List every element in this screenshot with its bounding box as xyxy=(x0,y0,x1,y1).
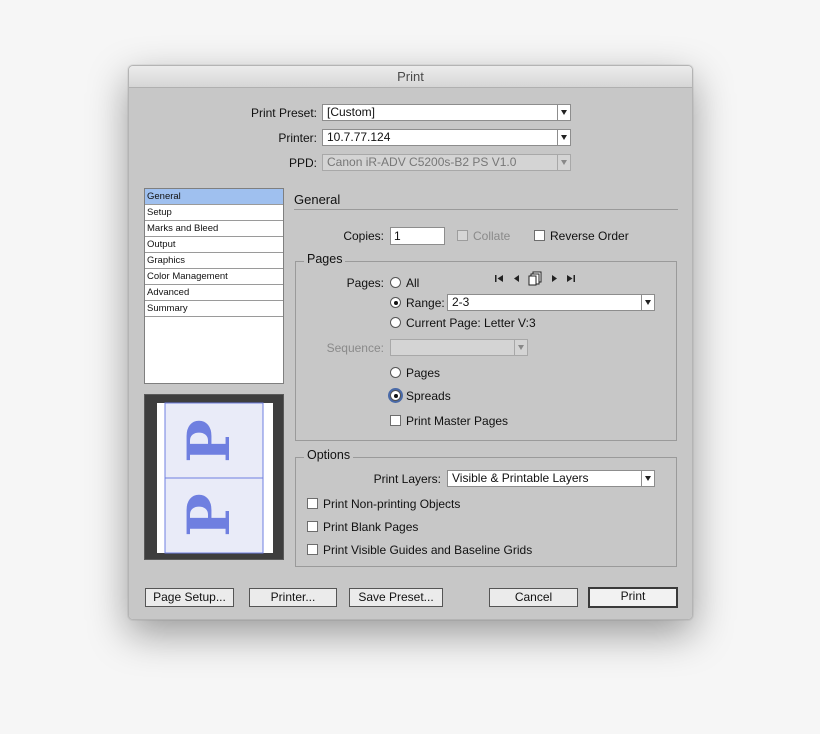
page-preview: P P xyxy=(144,394,284,560)
collate-checkbox xyxy=(457,230,468,241)
chevron-down-icon xyxy=(557,105,570,120)
pages-label: Pages: xyxy=(346,276,384,290)
preview-svg: P P xyxy=(157,402,273,554)
sidebar-item-output[interactable]: Output xyxy=(145,237,283,253)
dialog-content: Print Preset: [Custom] Printer: 10.7.77.… xyxy=(129,88,692,619)
spreads-icon[interactable] xyxy=(528,271,543,289)
cancel-button[interactable]: Cancel xyxy=(489,588,578,607)
chevron-down-icon xyxy=(557,155,570,170)
range-radio[interactable] xyxy=(390,297,401,308)
print-preset-value: [Custom] xyxy=(327,105,376,119)
last-page-icon[interactable] xyxy=(565,273,576,287)
spreads-label: Spreads xyxy=(406,389,451,403)
sidebar-item-summary[interactable]: Summary xyxy=(145,301,283,317)
print-layers-label: Print Layers: xyxy=(373,472,441,486)
pages-layout-label: Pages xyxy=(406,366,441,380)
section-title: General xyxy=(294,192,341,207)
print-blank-pages-checkbox[interactable] xyxy=(307,521,318,532)
sidebar-item-color-management[interactable]: Color Management xyxy=(145,269,283,285)
print-button[interactable]: Print xyxy=(588,587,678,608)
sequence-label: Sequence: xyxy=(326,341,384,355)
sidebar-item-general[interactable]: General xyxy=(145,189,283,205)
current-page-label: Current Page: Letter V:3 xyxy=(406,316,536,330)
pages-layout-radio[interactable] xyxy=(390,367,401,378)
print-guides-checkbox[interactable] xyxy=(307,544,318,555)
ppd-value: Canon iR-ADV C5200s-B2 PS V1.0 xyxy=(327,155,517,169)
printer-select[interactable]: 10.7.77.124 xyxy=(322,129,571,146)
copies-field[interactable]: 1 xyxy=(390,227,445,245)
sequence-select xyxy=(390,339,528,356)
ppd-label: PPD: xyxy=(288,156,317,170)
chevron-down-icon xyxy=(641,471,654,486)
print-layers-value: Visible & Printable Layers xyxy=(452,471,589,485)
options-group-title: Options xyxy=(304,448,354,462)
pages-group-title: Pages xyxy=(304,252,346,266)
preview-glyph-bottom: P xyxy=(175,493,243,537)
preview-glyph-top: P xyxy=(175,419,243,463)
print-master-pages-checkbox[interactable] xyxy=(390,415,401,426)
reverse-order-checkbox[interactable] xyxy=(534,230,545,241)
copies-label: Copies: xyxy=(343,229,384,243)
save-preset-button[interactable]: Save Preset... xyxy=(349,588,443,607)
print-preset-select[interactable]: [Custom] xyxy=(322,104,571,121)
window-title: Print xyxy=(129,66,692,88)
first-page-icon[interactable] xyxy=(494,273,505,287)
sidebar-list: General Setup Marks and Bleed Output Gra… xyxy=(144,188,284,384)
reverse-order-label: Reverse Order xyxy=(550,229,629,243)
print-guides-label: Print Visible Guides and Baseline Grids xyxy=(323,543,533,557)
all-label: All xyxy=(406,276,420,290)
range-input[interactable]: 2-3 xyxy=(447,294,655,311)
current-page-radio[interactable] xyxy=(390,317,401,328)
spreads-radio[interactable] xyxy=(390,390,401,401)
page-setup-button[interactable]: Page Setup... xyxy=(145,588,234,607)
all-radio[interactable] xyxy=(390,277,401,288)
chevron-down-icon xyxy=(641,295,654,310)
prev-page-icon[interactable] xyxy=(511,273,522,287)
print-master-pages-label: Print Master Pages xyxy=(406,414,509,428)
print-non-printing-label: Print Non-printing Objects xyxy=(323,497,461,511)
next-page-icon[interactable] xyxy=(549,273,560,287)
sidebar-item-advanced[interactable]: Advanced xyxy=(145,285,283,301)
print-dialog: Print Print Preset: [Custom] Printer: 10… xyxy=(128,65,693,620)
chevron-down-icon xyxy=(514,340,527,355)
printer-label: Printer: xyxy=(278,131,317,145)
range-value: 2-3 xyxy=(452,295,470,309)
sidebar-item-marks-and-bleed[interactable]: Marks and Bleed xyxy=(145,221,283,237)
print-preset-label: Print Preset: xyxy=(250,106,317,120)
chevron-down-icon xyxy=(557,130,570,145)
ppd-select: Canon iR-ADV C5200s-B2 PS V1.0 xyxy=(322,154,571,171)
section-divider xyxy=(294,209,678,210)
printer-button[interactable]: Printer... xyxy=(249,588,337,607)
collate-label: Collate xyxy=(473,229,511,243)
print-non-printing-checkbox[interactable] xyxy=(307,498,318,509)
printer-value: 10.7.77.124 xyxy=(327,130,391,144)
sidebar-item-setup[interactable]: Setup xyxy=(145,205,283,221)
range-label: Range: xyxy=(406,296,445,310)
print-layers-select[interactable]: Visible & Printable Layers xyxy=(447,470,655,487)
print-blank-pages-label: Print Blank Pages xyxy=(323,520,419,534)
sidebar-item-graphics[interactable]: Graphics xyxy=(145,253,283,269)
